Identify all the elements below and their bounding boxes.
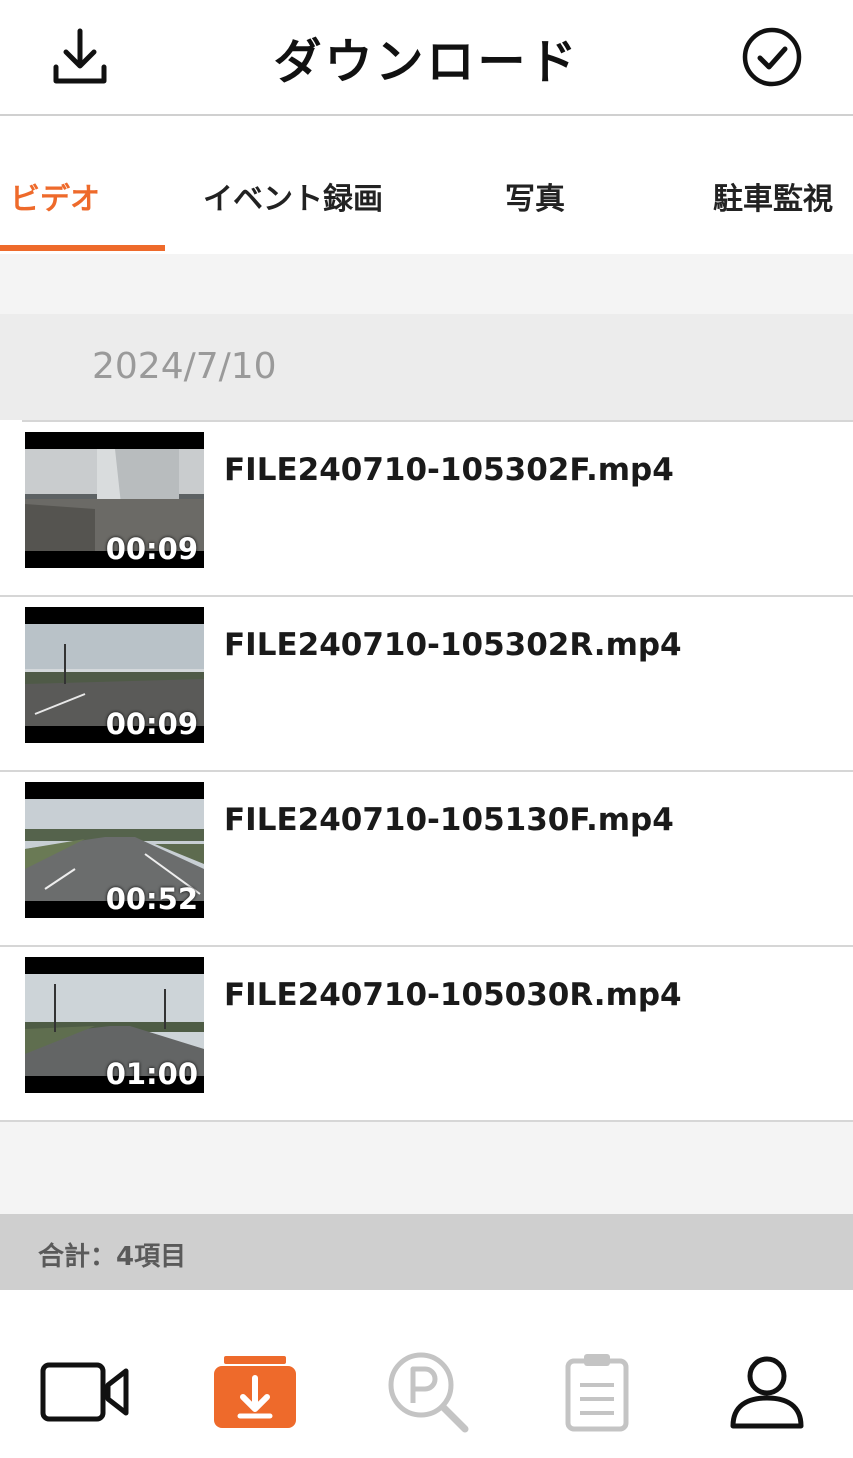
bottom-navigation — [0, 1290, 853, 1458]
nav-account[interactable] — [717, 1342, 817, 1442]
date-section-header: 2024/7/10 — [0, 314, 853, 420]
nav-parking-search[interactable] — [378, 1342, 478, 1442]
list-spacer — [0, 254, 853, 314]
duration-label: 00:52 — [105, 882, 198, 916]
file-name: FILE240710-105130F.mp4 — [224, 802, 674, 838]
active-tab-indicator — [0, 245, 165, 251]
tab-video[interactable]: ビデオ — [10, 174, 100, 218]
total-count-bar: 合計：4項目 — [0, 1214, 853, 1290]
app-header: ダウンロード — [0, 0, 853, 116]
list-item[interactable]: 00:09 FILE240710-105302R.mp4 — [0, 597, 853, 772]
parking-search-icon — [388, 1352, 469, 1433]
list-spacer — [0, 1122, 853, 1214]
file-name: FILE240710-105030R.mp4 — [224, 977, 682, 1013]
download-box-icon — [214, 1356, 296, 1428]
date-label: 2024/7/10 — [92, 346, 277, 387]
select-button[interactable] — [737, 22, 807, 92]
check-circle-icon — [742, 27, 802, 87]
video-thumbnail: 01:00 — [25, 957, 204, 1093]
user-icon — [730, 1356, 804, 1429]
list-item[interactable]: 01:00 FILE240710-105030R.mp4 — [0, 947, 853, 1122]
file-name: FILE240710-105302F.mp4 — [224, 452, 674, 488]
list-item[interactable]: 00:09 FILE240710-105302F.mp4 — [0, 422, 853, 597]
nav-log[interactable] — [547, 1342, 647, 1442]
nav-live-view[interactable] — [36, 1342, 136, 1442]
category-tabs: ビデオ イベント録画 写真 駐車監視 — [0, 116, 853, 254]
tab-photo[interactable]: 写真 — [505, 174, 565, 218]
duration-label: 00:09 — [105, 532, 198, 566]
duration-label: 01:00 — [105, 1057, 198, 1091]
duration-label: 00:09 — [105, 707, 198, 741]
page-title: ダウンロード — [273, 34, 580, 90]
nav-download[interactable] — [205, 1342, 305, 1442]
tab-parking-monitor[interactable]: 駐車監視 — [713, 174, 833, 218]
clipboard-icon — [565, 1354, 629, 1432]
video-thumbnail: 00:09 — [25, 607, 204, 743]
file-name: FILE240710-105302R.mp4 — [224, 627, 682, 663]
list-item[interactable]: 00:52 FILE240710-105130F.mp4 — [0, 772, 853, 947]
video-thumbnail: 00:52 — [25, 782, 204, 918]
total-count-label: 合計：4項目 — [38, 1242, 187, 1272]
tab-event-recording[interactable]: イベント録画 — [203, 174, 383, 218]
video-camera-icon — [40, 1362, 129, 1422]
video-thumbnail: 00:09 — [25, 432, 204, 568]
